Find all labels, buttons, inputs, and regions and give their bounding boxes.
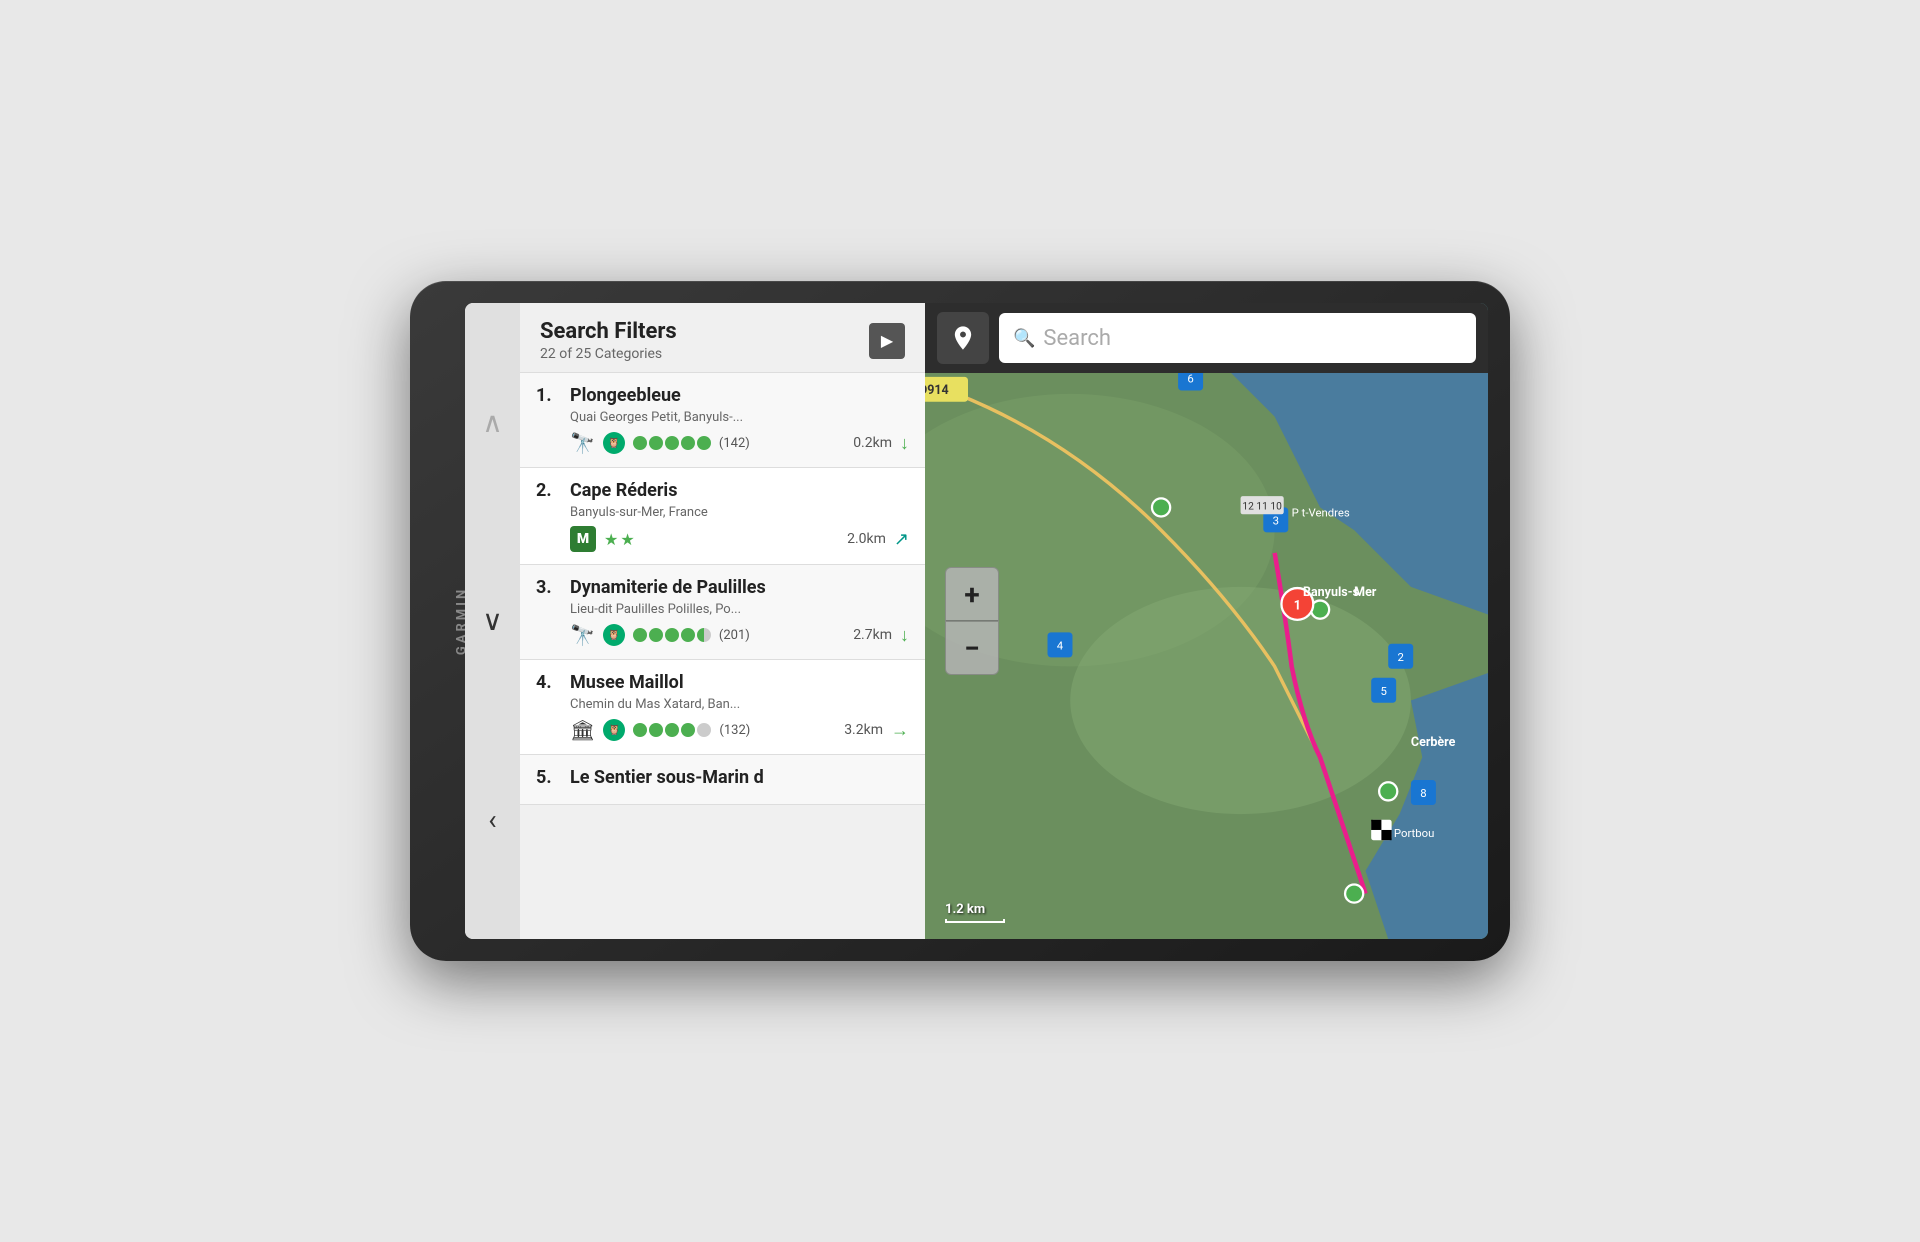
- svg-text:Cerbère: Cerbère: [1411, 735, 1456, 750]
- result-1-name: Plongeebleue: [570, 385, 681, 406]
- direction-arrow-3: ↓: [900, 625, 909, 646]
- zoom-in-button[interactable]: +: [945, 567, 999, 621]
- header-subtitle: 22 of 25 Categories: [540, 346, 677, 362]
- screen: ∧ ∨ ‹ Search Filters 22 of 25 Categories…: [465, 303, 1488, 939]
- result-1-number: 1.: [536, 385, 564, 406]
- result-item-3[interactable]: 3. Dynamiterie de Paulilles Lieu-dit Pau…: [520, 565, 925, 660]
- star-2: ★: [620, 530, 634, 549]
- map-background: D914 6 3 4 5 8 1: [925, 303, 1488, 939]
- rating-2: ★ ★: [604, 530, 635, 549]
- distance-3: 2.7km: [853, 627, 892, 643]
- content-area: Search Filters 22 of 25 Categories ▶ 1. …: [520, 303, 925, 939]
- result-1-address: Quai Georges Petit, Banyuls-...: [570, 410, 909, 425]
- tripadvisor-logo-3: 🦉: [603, 624, 625, 646]
- forward-arrow-btn[interactable]: ▶: [869, 323, 905, 359]
- scale-line: [945, 919, 1005, 923]
- svg-text:D914: D914: [925, 383, 949, 398]
- binoculars-icon-1: 🔭: [570, 431, 595, 455]
- rating-1: [633, 436, 711, 450]
- result-item-4[interactable]: 4. Musee Maillol Chemin du Mas Xatard, B…: [520, 660, 925, 755]
- result-4-address: Chemin du Mas Xatard, Ban...: [570, 697, 909, 712]
- star-1: ★: [604, 530, 618, 549]
- result-3-meta: 🔭 🦉 (201) 2.7km ↓: [570, 623, 909, 647]
- result-2-address: Banyuls-sur-Mer, France: [570, 505, 909, 520]
- search-filters-header: Search Filters 22 of 25 Categories ▶: [520, 303, 925, 373]
- header-text-block: Search Filters 22 of 25 Categories: [540, 319, 677, 362]
- result-1-name-row: 1. Plongeebleue: [536, 385, 909, 406]
- result-4-name-row: 4. Musee Maillol: [536, 672, 909, 693]
- result-5-number: 5.: [536, 767, 564, 788]
- svg-text:8: 8: [1420, 786, 1426, 800]
- down-arrow[interactable]: ∨: [482, 604, 503, 637]
- left-panel: ∧ ∨ ‹ Search Filters 22 of 25 Categories…: [465, 303, 925, 939]
- rating-count-1: (142): [719, 436, 750, 451]
- result-2-number: 2.: [536, 480, 564, 501]
- search-bar[interactable]: 🔍 Search: [999, 313, 1476, 363]
- header-title: Search Filters: [540, 319, 677, 344]
- svg-text:12 11 10: 12 11 10: [1242, 502, 1282, 513]
- svg-text:1: 1: [1294, 599, 1301, 614]
- rating-4: [633, 723, 711, 737]
- svg-text:4: 4: [1057, 638, 1064, 652]
- svg-text:2: 2: [1398, 650, 1404, 664]
- up-arrow[interactable]: ∧: [482, 406, 503, 439]
- direction-arrow-2: ↗: [894, 529, 909, 550]
- result-item-5[interactable]: 5. Le Sentier sous-Marin d: [520, 755, 925, 805]
- svg-text:Portbou: Portbou: [1394, 826, 1434, 840]
- distance-2: 2.0km: [847, 531, 886, 547]
- distance-1: 0.2km: [853, 435, 892, 451]
- result-1-meta: 🔭 🦉 (142) 0.2km ↓: [570, 431, 909, 455]
- rating-3: [633, 628, 711, 642]
- map-zoom-controls: + −: [945, 567, 999, 675]
- result-2-name-row: 2. Cape Réderis: [536, 480, 909, 501]
- scale-bar: 1.2 km: [945, 902, 1005, 923]
- rating-count-3: (201): [719, 628, 750, 643]
- result-5-name: Le Sentier sous-Marin d: [570, 767, 764, 788]
- rating-count-4: (132): [719, 723, 750, 738]
- location-button[interactable]: [937, 312, 989, 364]
- svg-text:Banyuls-s: Banyuls-s: [1303, 585, 1359, 600]
- map-header: 🔍 Search: [925, 303, 1488, 373]
- result-3-name-row: 3. Dynamiterie de Paulilles: [536, 577, 909, 598]
- scale-label: 1.2 km: [945, 902, 985, 917]
- direction-arrow-4: →: [891, 720, 909, 741]
- tripadvisor-logo-1: 🦉: [603, 432, 625, 454]
- result-4-name: Musee Maillol: [570, 672, 684, 693]
- result-2-name: Cape Réderis: [570, 480, 677, 501]
- svg-text:P t-Vendres: P t-Vendres: [1292, 506, 1350, 520]
- results-list: 1. Plongeebleue Quai Georges Petit, Bany…: [520, 373, 925, 939]
- result-4-meta: 🏛 🦉 (132) 3.2km →: [570, 718, 909, 742]
- result-3-number: 3.: [536, 577, 564, 598]
- search-icon: 🔍: [1013, 328, 1035, 349]
- svg-text:Mer: Mer: [1354, 585, 1377, 600]
- result-4-number: 4.: [536, 672, 564, 693]
- nav-arrows: ∧ ∨ ‹: [465, 303, 520, 939]
- svg-text:3: 3: [1273, 513, 1279, 527]
- search-placeholder: Search: [1043, 326, 1111, 351]
- map-panel: 🔍 Search: [925, 303, 1488, 939]
- direction-arrow-1: ↓: [900, 433, 909, 454]
- result-item-2[interactable]: 2. Cape Réderis Banyuls-sur-Mer, France …: [520, 468, 925, 565]
- back-arrow[interactable]: ‹: [488, 803, 496, 836]
- svg-text:6: 6: [1187, 372, 1193, 386]
- binoculars-icon-3: 🔭: [570, 623, 595, 647]
- result-item-1[interactable]: 1. Plongeebleue Quai Georges Petit, Bany…: [520, 373, 925, 468]
- device: GARMIN ∧ ∨ ‹ Search Filters 22 of 25 Cat…: [410, 281, 1510, 961]
- result-2-meta: M ★ ★ 2.0km ↗: [570, 526, 909, 552]
- result-3-name: Dynamiterie de Paulilles: [570, 577, 766, 598]
- result-5-name-row: 5. Le Sentier sous-Marin d: [536, 767, 909, 788]
- svg-text:5: 5: [1380, 684, 1386, 698]
- museum-icon-4: 🏛: [570, 718, 595, 742]
- michelin-icon-2: M: [570, 526, 596, 552]
- tripadvisor-logo-4: 🦉: [603, 719, 625, 741]
- result-3-address: Lieu-dit Paulilles Polilles, Po...: [570, 602, 909, 617]
- distance-4: 3.2km: [844, 722, 883, 738]
- zoom-out-button[interactable]: −: [945, 621, 999, 675]
